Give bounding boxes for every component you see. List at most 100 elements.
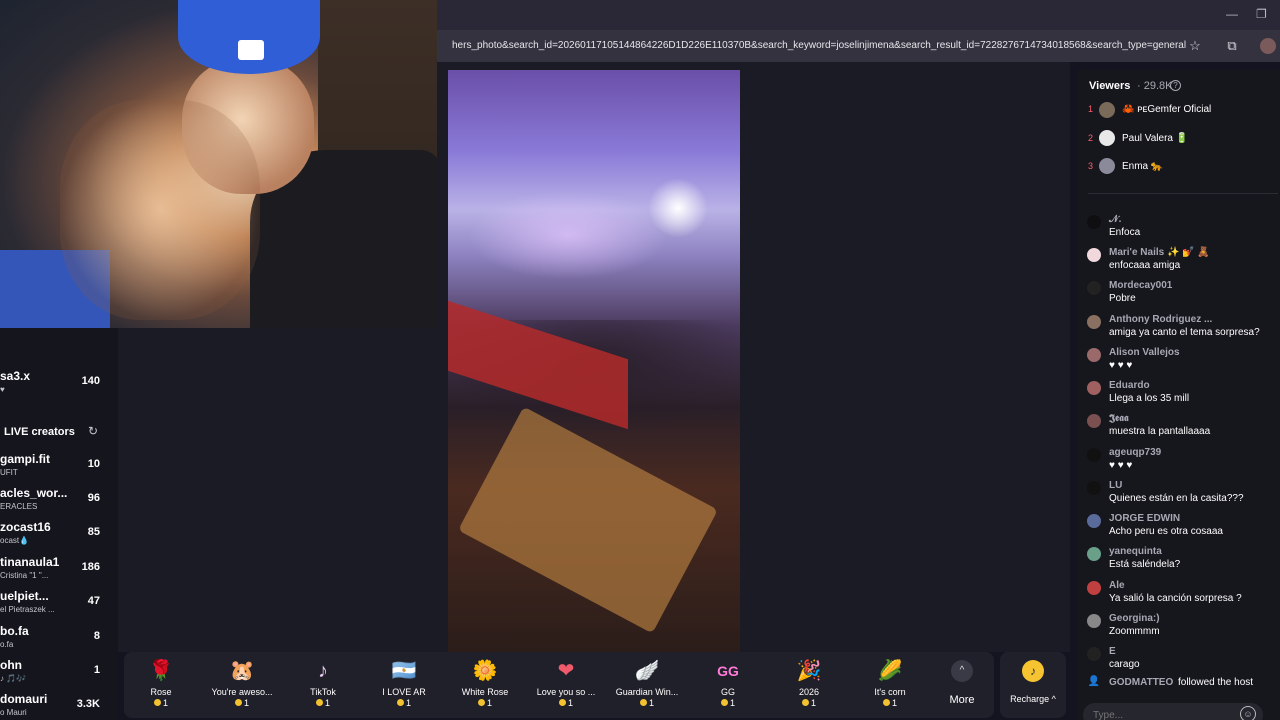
minimize-button[interactable]: — xyxy=(1226,7,1238,21)
gift-price-value: 1 xyxy=(891,698,897,708)
gift-rose[interactable]: 🌹 Rose 1 xyxy=(121,658,201,716)
avatar[interactable] xyxy=(1099,158,1115,174)
gift-gg[interactable]: GG GG 1 xyxy=(688,658,768,716)
follow-text: followed the host xyxy=(1178,677,1254,688)
avatar[interactable] xyxy=(1087,514,1101,528)
gift-tiktok[interactable]: ♪ TikTok 1 xyxy=(283,658,363,716)
chat-message[interactable]: 𝕵𝖊𝖆𝖆 muestra la pantallaaaa xyxy=(1087,413,1280,445)
sidebar-item-name: ohn xyxy=(0,658,22,672)
more-gifts-button[interactable]: ^ More xyxy=(944,660,980,714)
sidebar-item[interactable]: domauri o Mauri 3.3K xyxy=(0,692,118,720)
sidebar-item[interactable]: bo.fa o.fa 8 xyxy=(0,624,118,654)
sidebar-item[interactable]: tinanaula1 Cristina "1 "... 186 xyxy=(0,555,118,585)
chat-username[interactable]: Ale xyxy=(1109,580,1125,591)
top-viewer-name[interactable]: 🦀 ᴘᴇGemfer Oficial xyxy=(1122,104,1211,115)
chat-username[interactable]: 𝕵𝖊𝖆𝖆 xyxy=(1109,413,1129,424)
chat-message[interactable]: LU Quienes están en la casita??? xyxy=(1087,480,1280,512)
sidebar-item[interactable]: zocast16 ocast💧 85 xyxy=(0,520,118,550)
avatar[interactable] xyxy=(1099,102,1115,118)
info-icon[interactable]: ? xyxy=(1170,80,1181,91)
gift-name: GG xyxy=(720,687,735,697)
top-viewer-name[interactable]: Enma 🐆 xyxy=(1122,161,1163,172)
avatar[interactable] xyxy=(1087,381,1101,395)
chat-message[interactable]: yanequinta Está saléndela? xyxy=(1087,546,1280,578)
profile-avatar[interactable] xyxy=(1260,38,1276,54)
gift-youre-awesome[interactable]: 🐹 You're aweso... 1 xyxy=(202,658,282,716)
gift-name: White Rose xyxy=(461,687,509,697)
avatar[interactable] xyxy=(1099,130,1115,146)
chat-message[interactable]: Mari'e Nails ✨ 💅 🧸 enfocaaa amiga xyxy=(1087,247,1280,279)
avatar[interactable] xyxy=(1087,281,1101,295)
chat-username[interactable]: Anthony Rodriguez ... xyxy=(1109,314,1212,325)
chat-input[interactable] xyxy=(1083,703,1263,720)
gift-price: 1 xyxy=(364,698,444,708)
gift-love-you-so[interactable]: ❤ Love you so ... 1 xyxy=(526,658,606,716)
rose-icon: 🌹 xyxy=(148,660,174,682)
coin-icon xyxy=(720,699,728,706)
avatar[interactable] xyxy=(1087,448,1101,462)
emoji-icon[interactable]: ☺ xyxy=(1240,706,1256,720)
sidebar-item[interactable]: ohn ♪ 🎵🎶 1 xyxy=(0,658,118,688)
gift-price-value: 1 xyxy=(405,698,411,708)
chat-message[interactable]: Eduardo Llega a los 35 mill xyxy=(1087,380,1280,412)
chat-message[interactable]: Ecarago xyxy=(1087,646,1280,678)
chat-username[interactable]: LU xyxy=(1109,480,1122,491)
screen: — ❐ hers_photo&search_id=202601171051448… xyxy=(0,0,1280,720)
gift-its-corn[interactable]: 🌽 It's corn 1 xyxy=(850,658,930,716)
sidebar-item-sub: UFIT xyxy=(0,468,18,477)
chevron-up-icon: ^ xyxy=(951,660,973,682)
gift-price-value: 1 xyxy=(486,698,492,708)
extensions-icon[interactable]: ⧉ xyxy=(1224,38,1240,54)
chat-message[interactable]: Mordecay001 Pobre xyxy=(1087,280,1280,312)
sidebar-item-count: 10 xyxy=(87,458,100,470)
chat-text: Acho peru es otra cosaaa xyxy=(1109,526,1223,537)
gift-white-rose[interactable]: 🌼 White Rose 1 xyxy=(445,658,525,716)
avatar[interactable] xyxy=(1087,215,1101,229)
viewers-heading: Viewers xyxy=(1089,80,1131,92)
avatar[interactable] xyxy=(1087,414,1101,428)
avatar[interactable] xyxy=(1087,315,1101,329)
chat-message[interactable]: Anthony Rodriguez ... amiga ya canto el t… xyxy=(1087,314,1280,346)
sidebar-item[interactable]: uelpiet... el Pietraszek ... 47 xyxy=(0,589,118,619)
sidebar-item-name: sa3.x xyxy=(0,369,31,383)
chat-username[interactable]: Georgina:) xyxy=(1109,613,1160,624)
chat-username[interactable]: 𝒩. xyxy=(1109,214,1121,225)
chat-username[interactable]: E xyxy=(1109,646,1116,657)
avatar[interactable] xyxy=(1087,647,1101,661)
avatar[interactable] xyxy=(1087,614,1101,628)
gift-i-love-ar[interactable]: 🇦🇷 I LOVE AR 1 xyxy=(364,658,444,716)
chat-username[interactable]: JORGE EDWIN xyxy=(1109,513,1180,524)
avatar[interactable] xyxy=(1087,547,1101,561)
restore-button[interactable]: ❐ xyxy=(1256,7,1267,21)
chat-message[interactable]: JORGE EDWIN Acho peru es otra cosaaa xyxy=(1087,513,1280,545)
chat-message[interactable]: 𝒩. Enfoca xyxy=(1087,214,1280,246)
avatar[interactable] xyxy=(1087,581,1101,595)
chat-username[interactable]: yanequinta xyxy=(1109,546,1162,557)
follow-username[interactable]: GODMATTEO xyxy=(1109,677,1173,688)
live-video[interactable] xyxy=(448,70,740,652)
refresh-icon[interactable]: ↻ xyxy=(88,424,98,438)
sidebar-item[interactable]: acles_wor... ERACLES 96 xyxy=(0,486,118,516)
avatar[interactable] xyxy=(1087,481,1101,495)
chat-username[interactable]: Alison Vallejos xyxy=(1109,347,1180,358)
gift-guardian-wings[interactable]: 🪽 Guardian Win... 1 xyxy=(607,658,687,716)
chat-message[interactable]: Georgina:) Zoommmm xyxy=(1087,613,1280,645)
chat-username[interactable]: Eduardo xyxy=(1109,380,1150,391)
chat-message[interactable]: Ale Ya salió la canción sorpresa ? xyxy=(1087,580,1280,612)
sidebar-item[interactable]: sa3.x ♥ 140 xyxy=(0,369,118,399)
bookmark-star-icon[interactable]: ☆ xyxy=(1187,38,1203,54)
avatar[interactable] xyxy=(1087,248,1101,262)
chat-message[interactable]: Alison Vallejos ♥ ♥ ♥ xyxy=(1087,347,1280,379)
sidebar-item[interactable]: gampi.fit UFIT 10 xyxy=(0,452,118,482)
chat-username[interactable]: ageuqp739 xyxy=(1109,447,1161,458)
chat-username[interactable]: Mari'e Nails ✨ 💅 🧸 xyxy=(1109,247,1210,258)
recharge-button[interactable]: ♪ Recharge ^ xyxy=(1000,652,1066,718)
chat-username[interactable]: Mordecay001 xyxy=(1109,280,1172,291)
chat-text: Llega a los 35 mill xyxy=(1109,393,1190,404)
avatar[interactable] xyxy=(1087,348,1101,362)
top-viewer-name[interactable]: Paul Valera 🔋 xyxy=(1122,133,1188,144)
gift-name: TikTok xyxy=(310,687,336,697)
chat-message[interactable]: ageuqp739 ♥ ♥ ♥ xyxy=(1087,447,1280,479)
url-text[interactable]: hers_photo&search_id=2026011710514486422… xyxy=(452,40,1186,51)
gift-2026[interactable]: 🎉 2026 1 xyxy=(769,658,849,716)
